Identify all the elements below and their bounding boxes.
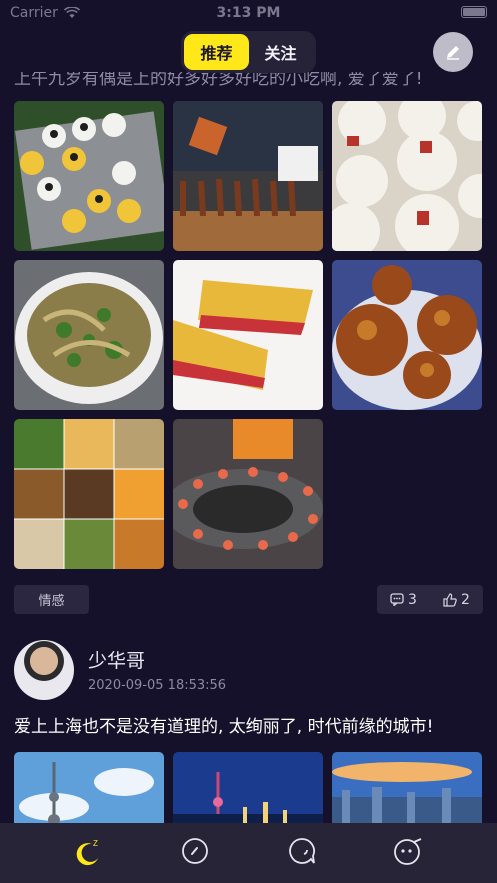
bottom-tab-bar: Z [0, 823, 497, 883]
svg-text:Z: Z [93, 839, 98, 848]
tab-recommend[interactable]: 推荐 [184, 34, 249, 70]
status-time: 3:13 PM [216, 5, 281, 21]
city-image-skyline[interactable] [332, 752, 482, 823]
comment-button[interactable]: 3 [390, 592, 417, 608]
message-bubble-icon [288, 838, 315, 864]
post-username[interactable]: 少华哥 [88, 646, 145, 673]
post-timestamp: 2020-09-05 18:53:56 [88, 678, 227, 693]
like-button[interactable]: 2 [443, 592, 470, 608]
city-image-bund-night[interactable] [173, 752, 323, 823]
food-image-sushi[interactable] [14, 101, 164, 251]
city-image-pearl-tower[interactable] [14, 752, 164, 823]
thumbs-up-icon [443, 592, 457, 607]
food-image-friedcakes[interactable] [332, 260, 482, 410]
tab-messages[interactable] [280, 829, 324, 873]
tab-profile[interactable] [386, 829, 430, 873]
battery-icon [461, 6, 487, 18]
food-image-shrimp[interactable] [173, 419, 323, 569]
post-tag[interactable]: 情感 [14, 585, 89, 614]
home-moon-icon: Z [76, 839, 99, 866]
tab-follow[interactable]: 关注 [249, 34, 313, 70]
tab-discover[interactable] [173, 829, 217, 873]
food-image-noodles[interactable] [14, 260, 164, 410]
avatar[interactable] [14, 640, 74, 700]
tab-home[interactable]: Z [67, 829, 111, 873]
food-image-sandwich[interactable] [173, 260, 323, 410]
compose-button[interactable] [433, 32, 473, 72]
like-count: 2 [461, 591, 470, 608]
top-header: 推荐 关注 [0, 30, 497, 74]
pencil-icon [447, 46, 459, 60]
profile-face-icon [393, 838, 422, 865]
food-image-bbq[interactable] [173, 101, 323, 251]
comment-count: 3 [408, 591, 417, 608]
feed-tabs: 推荐 关注 [181, 31, 316, 73]
feed-list[interactable]: 上午九岁有偶是上的好多好多好吃的小吃啊, 爱了爱了! 情感 3 2 少华哥 20… [0, 60, 497, 823]
food-image-collage[interactable] [14, 419, 164, 569]
status-bar: Carrier 3:13 PM [0, 0, 497, 26]
post-actions: 3 2 [377, 585, 483, 614]
post-text: 爱上上海也不是没有道理的, 太绚丽了, 时代前缘的城市! [14, 717, 434, 737]
comment-icon [390, 593, 404, 606]
discover-compass-icon [182, 838, 209, 864]
food-image-ricecakes[interactable] [332, 101, 482, 251]
